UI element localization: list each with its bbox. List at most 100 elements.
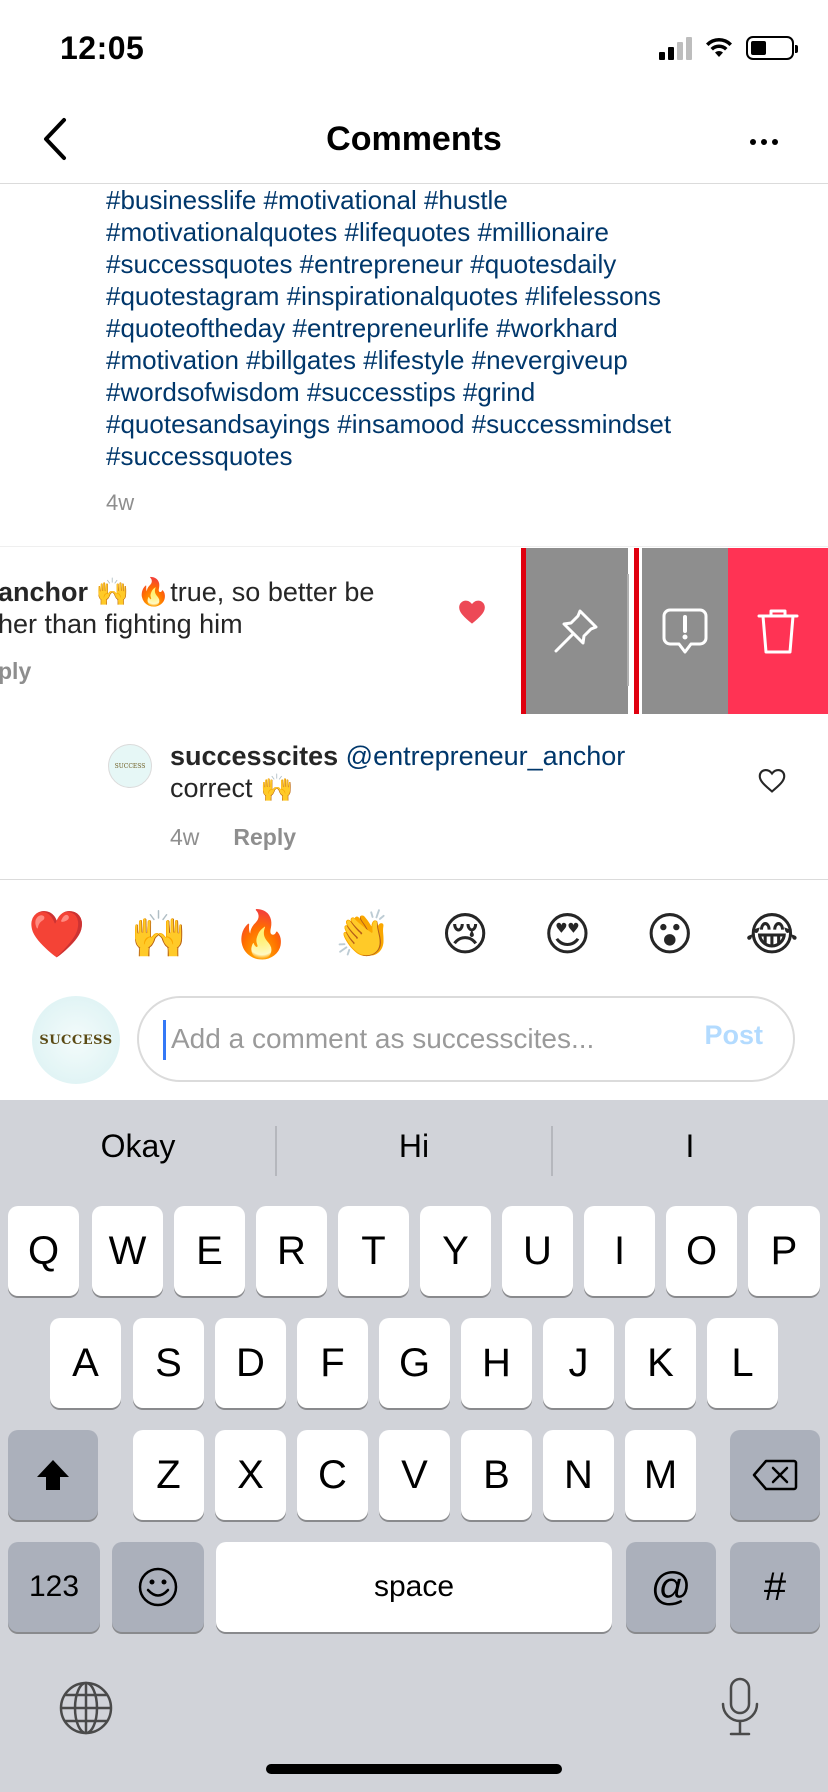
key-j[interactable]: J [543, 1318, 614, 1408]
emoji-quick-bar: ❤️ 🙌 🔥 👏 😢 😍 😮 😂 [0, 896, 828, 972]
reply-link[interactable]: ply [0, 658, 31, 685]
delete-comment-button[interactable] [728, 548, 828, 714]
hashtag-line[interactable]: #wordsofwisdom #successtips #grind [106, 376, 806, 408]
suggestion-3[interactable]: I [552, 1128, 828, 1165]
key-s[interactable]: S [133, 1318, 204, 1408]
suggestion-1[interactable]: Okay [0, 1128, 276, 1165]
key-x[interactable]: X [215, 1430, 286, 1520]
avatar[interactable]: SUCCESS [108, 744, 152, 788]
post-button[interactable]: Post [704, 1020, 763, 1051]
key-a[interactable]: A [50, 1318, 121, 1408]
emoji-clapping[interactable]: 👏 [335, 896, 392, 972]
key-t[interactable]: T [338, 1206, 409, 1296]
shift-key[interactable] [8, 1430, 98, 1520]
comment-body-line2: her than fighting him [0, 609, 243, 639]
key-f[interactable]: F [297, 1318, 368, 1408]
at-key[interactable]: @ [626, 1542, 716, 1632]
comment-text: anchor 🙌 🔥true, so better be her than fi… [0, 576, 418, 640]
home-indicator[interactable] [266, 1764, 562, 1774]
comment-meta: 4w Reply [170, 824, 296, 851]
pin-comment-button[interactable] [524, 548, 628, 714]
more-options-button[interactable] [736, 124, 792, 160]
more-dot [750, 139, 756, 145]
emoji-heart[interactable]: ❤️ [28, 896, 85, 972]
hashtag-line[interactable]: #quotesandsayings #insamood #successmind… [106, 408, 806, 440]
more-dot [772, 139, 778, 145]
emoji-surprised[interactable]: 😮 [642, 896, 698, 972]
numbers-key[interactable]: 123 [8, 1542, 100, 1632]
post-caption: #businesslife #motivational #hustle #mot… [106, 184, 806, 472]
hashtag-line[interactable]: #successquotes #entrepreneur #quotesdail… [106, 248, 806, 280]
emoji-crying[interactable]: 😢 [437, 896, 493, 972]
key-p[interactable]: P [748, 1206, 820, 1296]
comment-input[interactable] [161, 998, 641, 1080]
divider [0, 546, 828, 547]
key-g[interactable]: G [379, 1318, 450, 1408]
key-v[interactable]: V [379, 1430, 450, 1520]
suggestion-2[interactable]: Hi [276, 1128, 552, 1165]
key-i[interactable]: I [584, 1206, 655, 1296]
emoji-icon [138, 1567, 178, 1607]
emoji-laughing[interactable]: 😂 [744, 896, 800, 972]
key-e[interactable]: E [174, 1206, 245, 1296]
backspace-key[interactable] [730, 1430, 820, 1520]
space-key[interactable]: space [216, 1542, 612, 1632]
header: Comments [0, 100, 828, 184]
wifi-icon [706, 37, 732, 57]
globe-icon[interactable] [58, 1680, 114, 1736]
trash-icon [757, 609, 799, 654]
heart-outline-icon[interactable] [758, 768, 786, 794]
key-k[interactable]: K [625, 1318, 696, 1408]
key-m[interactable]: M [625, 1430, 696, 1520]
hashtag-line[interactable]: #businesslife #motivational #hustle [106, 184, 806, 216]
key-w[interactable]: W [92, 1206, 163, 1296]
emoji-raised-hands[interactable]: 🙌 [130, 896, 187, 972]
hashtag-line[interactable]: #motivation #billgates #lifestyle #never… [106, 344, 806, 376]
key-b[interactable]: B [461, 1430, 532, 1520]
avatar: SUCCESS [32, 996, 120, 1084]
microphone-icon[interactable] [718, 1676, 762, 1738]
more-dot [761, 139, 767, 145]
hashtag-line[interactable]: #quotestagram #inspirationalquotes #life… [106, 280, 806, 312]
reply-link[interactable]: Reply [233, 824, 296, 851]
hashtag-line[interactable]: #quoteoftheday #entrepreneurlife #workha… [106, 312, 806, 344]
key-h[interactable]: H [461, 1318, 532, 1408]
comment-field[interactable]: Post [137, 996, 795, 1082]
key-u[interactable]: U [502, 1206, 573, 1296]
status-icons [659, 36, 798, 60]
key-d[interactable]: D [215, 1318, 286, 1408]
comment-timestamp: 4w [170, 824, 200, 850]
heart-filled-icon[interactable] [458, 598, 486, 626]
key-l[interactable]: L [707, 1318, 778, 1408]
key-o[interactable]: O [666, 1206, 737, 1296]
keyboard: Okay Hi I Q W E R T Y U I O P A S D F G … [0, 1100, 828, 1792]
key-y[interactable]: Y [420, 1206, 491, 1296]
hash-key[interactable]: # [730, 1542, 820, 1632]
comment-mention[interactable]: @entrepreneur_anchor [346, 741, 626, 771]
predictive-bar: Okay Hi I [0, 1100, 828, 1200]
hashtag-line[interactable]: #successquotes [106, 440, 806, 472]
key-n[interactable]: N [543, 1430, 614, 1520]
comment-username[interactable]: anchor [0, 577, 88, 607]
pin-icon [554, 609, 598, 653]
backspace-icon [752, 1459, 798, 1491]
key-z[interactable]: Z [133, 1430, 204, 1520]
key-q[interactable]: Q [8, 1206, 79, 1296]
action-separator [627, 574, 629, 686]
key-c[interactable]: C [297, 1430, 368, 1520]
divider [0, 879, 828, 880]
comment-text: successcites @entrepreneur_anchor correc… [170, 740, 730, 804]
emoji-fire[interactable]: 🔥 [233, 896, 290, 972]
caption-timestamp: 4w [106, 490, 135, 515]
battery-icon [746, 36, 798, 60]
report-icon [662, 608, 708, 654]
avatar-label: SUCCESS [39, 1032, 113, 1048]
key-r[interactable]: R [256, 1206, 327, 1296]
swiped-comment-row[interactable]: anchor 🙌 🔥true, so better be her than fi… [0, 548, 828, 714]
comment-username[interactable]: successcites [170, 741, 338, 771]
shift-icon [37, 1460, 69, 1490]
emoji-heart-eyes[interactable]: 😍 [539, 896, 595, 972]
hashtag-line[interactable]: #motivationalquotes #lifequotes #million… [106, 216, 806, 248]
report-comment-button[interactable] [642, 548, 728, 714]
emoji-key[interactable] [112, 1542, 204, 1632]
